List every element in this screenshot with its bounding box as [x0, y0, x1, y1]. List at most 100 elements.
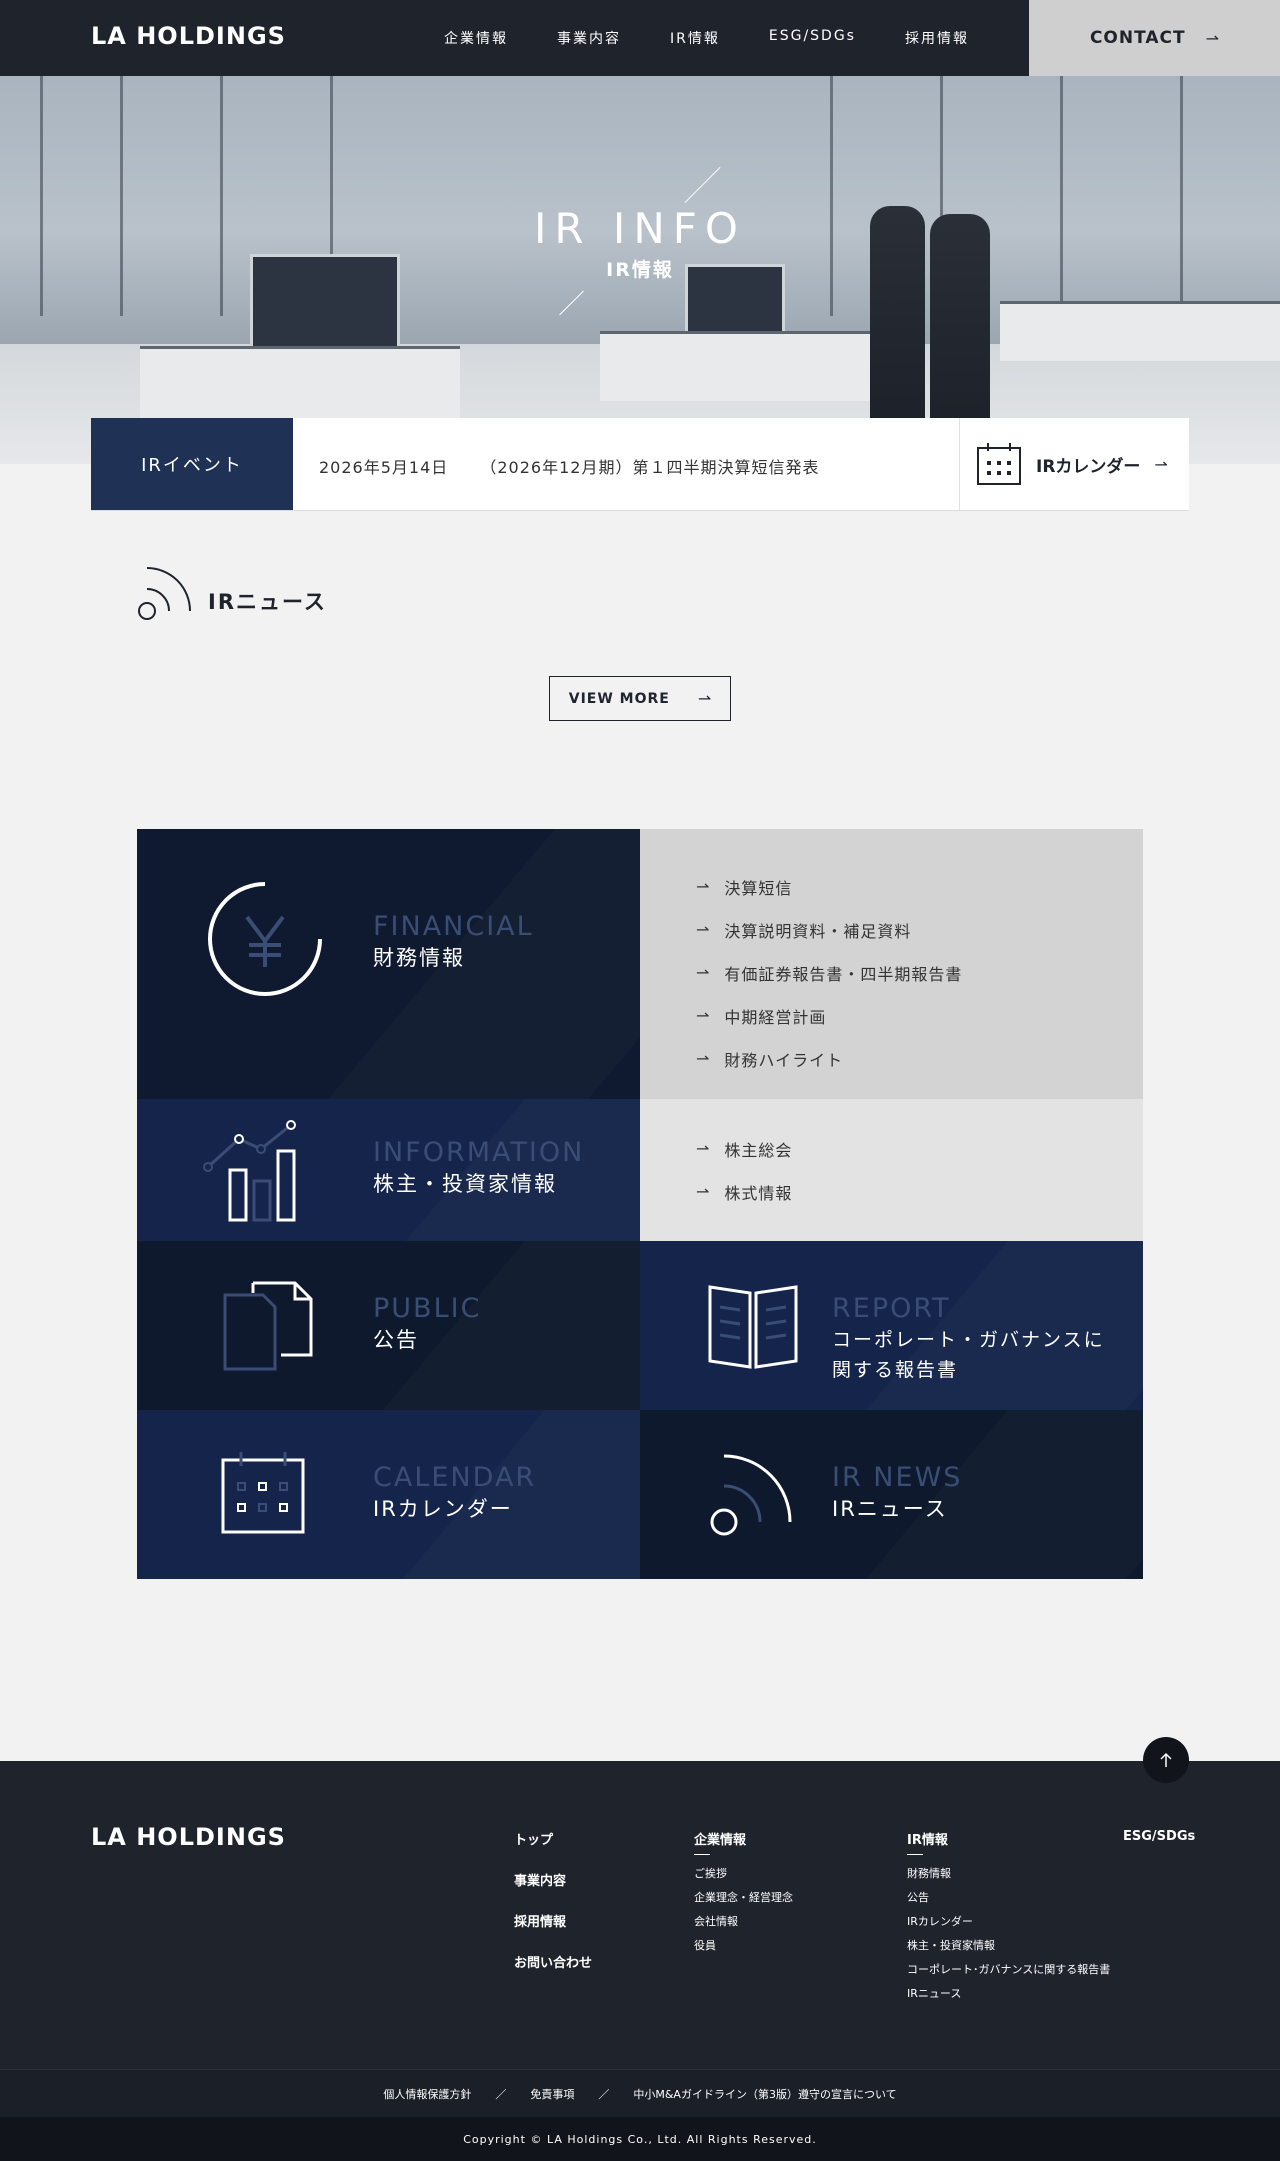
footer-ir-title[interactable]: IR情報 [907, 1829, 1110, 1848]
arrow-right-icon: ⇀ [696, 1139, 711, 1158]
separator: ／ [495, 2087, 507, 2101]
footer-link[interactable]: 会社情報 [694, 1913, 793, 1929]
nav-item-company[interactable]: 企業情報 [444, 28, 508, 48]
arrow-right-icon: ⇀ [696, 963, 711, 982]
nav-item-ir[interactable]: IR情報 [670, 28, 720, 48]
ir-event-text[interactable]: 2026年5月14日 （2026年12月期）第１四半期決算短信発表 [319, 454, 819, 478]
ir-event-bar: IRイベント 2026年5月14日 （2026年12月期）第１四半期決算短信発表… [91, 418, 1189, 510]
link-chuki-keikaku[interactable]: ⇀ 中期経営計画 [696, 994, 1143, 1037]
bar-chart-icon [203, 1120, 296, 1222]
footer-esg-title[interactable]: ESG/SDGs [1123, 1829, 1195, 1844]
ma-guideline-link[interactable]: 中小M&Aガイドライン（第3版）遵守の宣言について [633, 2086, 896, 2102]
arrow-right-icon: ⇀ [1154, 454, 1168, 474]
site-logo[interactable]: LA HOLDINGS [91, 22, 286, 50]
footer-logo[interactable]: LA HOLDINGS [91, 1823, 286, 1851]
yen-icon [208, 882, 322, 996]
hero-title: IR INFO IR情報 [0, 204, 1280, 282]
public-en: PUBLIC [373, 1293, 482, 1324]
financial-links: ⇀ 決算短信 ⇀ 決算説明資料・補足資料 ⇀ 有価証券報告書・四半期報告書 ⇀ 中期経営… [640, 829, 1143, 1099]
nav-item-recruit[interactable]: 採用情報 [905, 28, 969, 48]
footer-link-contact[interactable]: お問い合わせ [514, 1952, 592, 1971]
contact-button[interactable]: CONTACT ⇀ [1029, 0, 1280, 76]
footer-company-title[interactable]: 企業情報 [694, 1829, 793, 1848]
calendar-ja: IRカレンダー [373, 1497, 513, 1521]
divider [907, 1854, 923, 1855]
link-kabushiki-joho[interactable]: ⇀ 株式情報 [696, 1170, 1143, 1213]
footer-link-business[interactable]: 事業内容 [514, 1870, 592, 1889]
global-nav: 企業情報 事業内容 IR情報 ESG/SDGs 採用情報 [444, 28, 1018, 48]
footer-col-ir: IR情報 財務情報 公告 IRカレンダー 株主・投資家情報 コーポレート･ガバナ… [907, 1829, 1110, 2009]
footer-link[interactable]: IRカレンダー [907, 1913, 1110, 1929]
arrow-right-icon: ⇀ [696, 1049, 711, 1068]
footer-link[interactable]: 企業理念・経営理念 [694, 1889, 793, 1905]
footer-link[interactable]: 株主・投資家情報 [907, 1937, 1110, 1953]
financial-ja: 財務情報 [373, 946, 465, 970]
grid-row: INFORMATION 株主・投資家情報 ⇀ 株主総会 ⇀ 株式情報 [137, 1099, 1143, 1241]
desk [600, 331, 880, 401]
calendar-icon [221, 1452, 305, 1534]
ir-event-tag: IRイベント [91, 418, 293, 510]
financial-card[interactable]: FINANCIAL 財務情報 [137, 829, 640, 1099]
ir-calendar-link[interactable]: IRカレンダー ⇀ [959, 418, 1189, 510]
grid-row: CALENDAR IRカレンダー IR NEWS IRニュース [137, 1410, 1143, 1579]
link-kessan-setsumei[interactable]: ⇀ 決算説明資料・補足資料 [696, 908, 1143, 951]
footer-link[interactable]: ご挨拶 [694, 1865, 793, 1881]
ir-news-heading: IRニュース [138, 562, 327, 620]
arrow-right-icon: ⇀ [696, 920, 711, 939]
financial-en: FINANCIAL [373, 911, 534, 942]
view-more-label: VIEW MORE [568, 690, 670, 707]
ir-event-title: （2026年12月期）第１四半期決算短信発表 [480, 458, 820, 477]
back-to-top-button[interactable] [1143, 1737, 1189, 1783]
information-en: INFORMATION [373, 1137, 585, 1168]
report-card[interactable]: REPORT コーポレート・ガバナンスに 関する報告書 [640, 1241, 1143, 1410]
report-en: REPORT [832, 1293, 951, 1324]
arrow-right-icon: ⇀ [1205, 28, 1220, 48]
information-card[interactable]: INFORMATION 株主・投資家情報 [137, 1099, 640, 1241]
footer-link[interactable]: コーポレート･ガバナンスに関する報告書 [907, 1961, 1110, 1977]
arrow-right-icon: ⇀ [696, 1006, 711, 1025]
divider [694, 1854, 710, 1855]
footer-link-top[interactable]: トップ [514, 1829, 592, 1848]
footer-link-recruit[interactable]: 採用情報 [514, 1911, 592, 1930]
link-zaimu-highlight[interactable]: ⇀ 財務ハイライト [696, 1037, 1143, 1080]
link-yuka-shoken[interactable]: ⇀ 有価証券報告書・四半期報告書 [696, 951, 1143, 994]
information-ja: 株主・投資家情報 [373, 1172, 557, 1196]
irnews-card[interactable]: IR NEWS IRニュース [640, 1410, 1143, 1579]
arrow-right-icon: ⇀ [697, 689, 712, 708]
report-ja-line1: コーポレート・ガバナンスに [832, 1329, 1105, 1351]
footer-col-company: 企業情報 ご挨拶 企業理念・経営理念 会社情報 役員 [694, 1829, 793, 1961]
privacy-policy-link[interactable]: 個人情報保護方針 [383, 2086, 471, 2102]
slash-decoration [684, 166, 721, 204]
footer-link[interactable]: 役員 [694, 1937, 793, 1953]
view-more-button[interactable]: VIEW MORE ⇀ [549, 676, 731, 721]
link-label: 財務ハイライト [724, 1050, 844, 1070]
public-ja: 公告 [373, 1328, 419, 1352]
slash-decoration [559, 290, 584, 316]
irnews-en: IR NEWS [832, 1462, 963, 1493]
footer-bottom-links: 個人情報保護方針 ／ 免責事項 ／ 中小M&Aガイドライン（第3版）遵守の宣言に… [0, 2069, 1280, 2117]
link-label: 決算説明資料・補足資料 [724, 921, 912, 941]
contact-label: CONTACT [1089, 28, 1186, 48]
calendar-card[interactable]: CALENDAR IRカレンダー [137, 1410, 640, 1579]
link-kabunushi-sokai[interactable]: ⇀ 株主総会 [696, 1127, 1143, 1170]
public-card[interactable]: PUBLIC 公告 [137, 1241, 640, 1410]
report-ja-line2: 関する報告書 [832, 1359, 959, 1381]
site-footer: LA HOLDINGS トップ 事業内容 採用情報 お問い合わせ 企業情報 ご挨… [0, 1761, 1280, 2069]
disclaimer-link[interactable]: 免責事項 [530, 2086, 574, 2102]
desk [140, 346, 460, 426]
footer-link[interactable]: 公告 [907, 1889, 1110, 1905]
footer-link[interactable]: IRニュース [907, 1985, 1110, 2001]
nav-item-business[interactable]: 事業内容 [557, 28, 621, 48]
arrow-right-icon: ⇀ [696, 877, 711, 896]
footer-col-main: トップ 事業内容 採用情報 お問い合わせ [514, 1829, 592, 1993]
copyright: Copyright © LA Holdings Co., Ltd. All Ri… [0, 2117, 1280, 2161]
link-kessan-tanshin[interactable]: ⇀ 決算短信 [696, 865, 1143, 908]
nav-item-esg[interactable]: ESG/SDGs [769, 28, 856, 48]
footer-link[interactable]: 財務情報 [907, 1865, 1110, 1881]
link-label: 決算短信 [724, 878, 793, 898]
ir-menu-grid: FINANCIAL 財務情報 ⇀ 決算短信 ⇀ 決算説明資料・補足資料 ⇀ 有価証券報… [137, 829, 1143, 1579]
document-icon [223, 1281, 313, 1371]
ir-calendar-label: IRカレンダー [1036, 456, 1141, 477]
ir-news-title: IRニュース [208, 590, 327, 614]
grid-row: FINANCIAL 財務情報 ⇀ 決算短信 ⇀ 決算説明資料・補足資料 ⇀ 有価証券報… [137, 829, 1143, 1099]
